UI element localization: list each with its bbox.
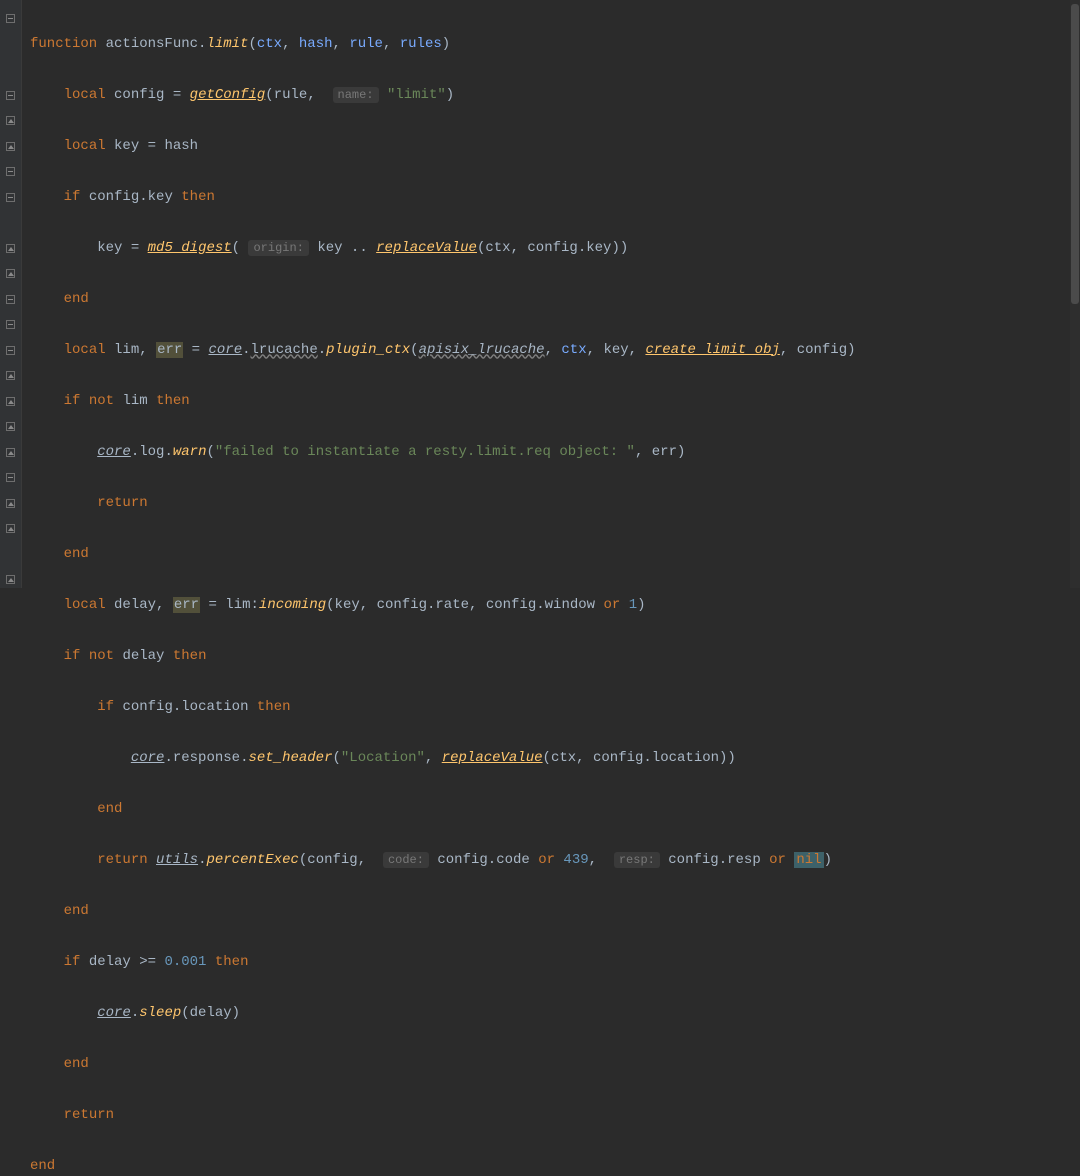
code-line: return utils.percentExec(config, code: c… — [22, 848, 1072, 874]
code-line: if config.key then — [22, 185, 1072, 211]
code-line: core.sleep(delay) — [22, 1001, 1072, 1027]
fold-expand-icon[interactable] — [6, 116, 15, 125]
fold-collapse-icon[interactable] — [6, 167, 15, 176]
fold-expand-icon[interactable] — [6, 244, 15, 253]
fold-collapse-icon[interactable] — [6, 473, 15, 482]
fold-expand-icon[interactable] — [6, 397, 15, 406]
fold-expand-icon[interactable] — [6, 142, 15, 151]
code-line: end — [22, 1154, 1072, 1176]
fold-collapse-icon[interactable] — [6, 320, 15, 329]
fold-expand-icon[interactable] — [6, 269, 15, 278]
inlay-hint: origin: — [248, 240, 308, 256]
unused-var: err — [156, 342, 183, 358]
fold-collapse-icon[interactable] — [6, 193, 15, 202]
editor-gutter — [0, 0, 22, 588]
fold-expand-icon[interactable] — [6, 575, 15, 584]
code-line: end — [22, 899, 1072, 925]
code-line: if not delay then — [22, 644, 1072, 670]
scrollbar-track[interactable] — [1070, 0, 1080, 588]
code-line: local delay, err = lim:incoming(key, con… — [22, 593, 1072, 619]
inlay-hint: name: — [333, 87, 379, 103]
fold-expand-icon[interactable] — [6, 499, 15, 508]
code-line: local key = hash — [22, 134, 1072, 160]
fold-collapse-icon[interactable] — [6, 14, 15, 23]
code-line: end — [22, 797, 1072, 823]
code-line: end — [22, 1052, 1072, 1078]
code-line: local config = getConfig(rule, name: "li… — [22, 83, 1072, 109]
code-line: if not lim then — [22, 389, 1072, 415]
fold-expand-icon[interactable] — [6, 448, 15, 457]
code-line: key = md5_digest( origin: key .. replace… — [22, 236, 1072, 262]
inlay-hint: code: — [383, 852, 429, 868]
fold-collapse-icon[interactable] — [6, 346, 15, 355]
unused-var: err — [173, 597, 200, 613]
code-line: core.response.set_header("Location", rep… — [22, 746, 1072, 772]
code-line: if delay >= 0.001 then — [22, 950, 1072, 976]
code-line: if config.location then — [22, 695, 1072, 721]
fold-expand-icon[interactable] — [6, 422, 15, 431]
code-area: function actionsFunc.limit(ctx, hash, ru… — [22, 6, 1072, 1176]
code-line: function actionsFunc.limit(ctx, hash, ru… — [22, 32, 1072, 58]
code-line: local lim, err = core.lrucache.plugin_ct… — [22, 338, 1072, 364]
scrollbar-thumb[interactable] — [1071, 4, 1079, 304]
code-line: core.log.warn("failed to instantiate a r… — [22, 440, 1072, 466]
fold-expand-icon[interactable] — [6, 524, 15, 533]
fold-expand-icon[interactable] — [6, 371, 15, 380]
inlay-hint: resp: — [614, 852, 660, 868]
code-line: return — [22, 1103, 1072, 1129]
fold-collapse-icon[interactable] — [6, 91, 15, 100]
code-line: end — [22, 542, 1072, 568]
kw-function: function — [30, 36, 97, 52]
code-line: return — [22, 491, 1072, 517]
fold-collapse-icon[interactable] — [6, 295, 15, 304]
nil-literal: nil — [794, 852, 823, 868]
code-line: end — [22, 287, 1072, 313]
